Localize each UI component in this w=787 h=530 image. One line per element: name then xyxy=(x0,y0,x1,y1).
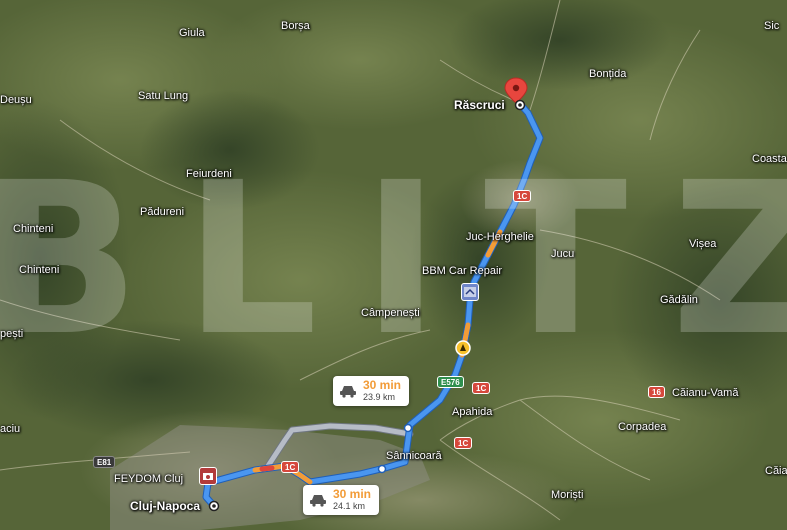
label-campenesti: Câmpenești xyxy=(361,307,420,319)
route-node-2 xyxy=(377,464,387,474)
label-juc-herghelie: Juc-Herghelie xyxy=(466,231,534,243)
label-cluj-napoca: Cluj-Napoca xyxy=(130,499,201,513)
label-bbm-car-repair[interactable]: BBM Car Repair xyxy=(422,265,502,277)
alt-route-bubble[interactable]: 30 min 23.9 km xyxy=(333,376,410,406)
main-route-distance: 24.1 km xyxy=(333,501,366,511)
label-feiurdeni: Feiurdeni xyxy=(186,168,232,180)
label-bontida: Bonțida xyxy=(589,68,627,80)
car-icon-2 xyxy=(310,495,326,507)
label-giula: Giula xyxy=(179,27,205,39)
label-rascruci[interactable]: Răscruci xyxy=(454,99,505,111)
traffic-jam-segment xyxy=(259,465,275,472)
label-pesti: pești xyxy=(0,328,24,340)
label-chinteni-1: Chinteni xyxy=(13,223,54,235)
car-repair-icon[interactable] xyxy=(461,283,479,301)
road-shield-1c-4: 1C xyxy=(281,461,300,473)
road-shield-1c-3: 1C xyxy=(454,437,473,449)
main-route-time: 30 min xyxy=(333,487,372,501)
label-chinteni-2: Chinteni xyxy=(19,264,60,276)
label-sic: Sic xyxy=(764,20,780,32)
origin-marker-icon[interactable] xyxy=(208,500,220,512)
feydom-poi-icon[interactable] xyxy=(199,467,217,485)
route-node xyxy=(403,423,413,433)
main-route-bubble[interactable]: 30 min 24.1 km xyxy=(303,485,380,515)
label-visea: Vișea xyxy=(689,238,717,250)
label-satu-lung: Satu Lung xyxy=(138,90,189,102)
alt-route-distance: 23.9 km xyxy=(363,392,396,402)
label-deusu: Deușu xyxy=(0,94,32,106)
label-feydom-cluj[interactable]: FEYDOM Cluj xyxy=(114,473,183,485)
label-caianu-vama: Căianu-Vamă xyxy=(672,387,739,399)
car-icon xyxy=(340,386,356,398)
label-padureni: Pădureni xyxy=(140,206,185,218)
label-moristi: Moriști xyxy=(551,489,584,501)
label-corpadea: Corpadea xyxy=(618,421,667,433)
road-shield-1c-2: 1C xyxy=(472,382,491,394)
alt-route-time: 30 min xyxy=(363,378,402,392)
label-apahida: Apahida xyxy=(452,406,493,418)
road-shield-16: 16 xyxy=(648,386,665,398)
label-gadalin: Gădălin xyxy=(660,294,698,306)
label-coasta: Coasta xyxy=(752,153,787,165)
label-jucu: Jucu xyxy=(551,248,575,260)
traffic-incident-icon[interactable] xyxy=(455,340,471,356)
road-shield-e81: E81 xyxy=(93,456,116,468)
label-caia: Căia xyxy=(765,465,787,477)
road-shield-e576: E576 xyxy=(437,376,464,388)
label-aciu: aciu xyxy=(0,423,21,435)
label-sannicoara: Sânnicoară xyxy=(386,450,442,462)
road-shield-1c: 1C xyxy=(513,190,532,202)
label-borsa: Borșa xyxy=(281,20,310,32)
